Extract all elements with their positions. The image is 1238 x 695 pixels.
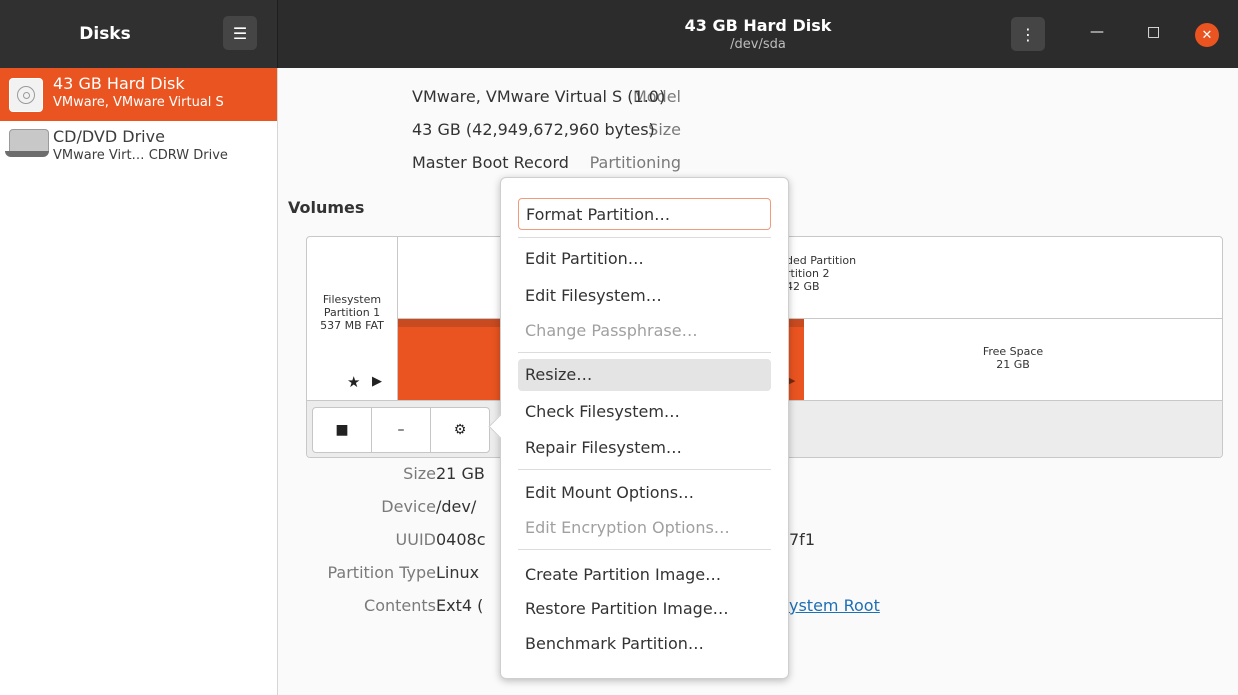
menu-separator [518, 469, 771, 470]
extended-partition-type: ded Partition [786, 254, 857, 267]
partition-1-block[interactable]: Filesystem Partition 1 537 MB FAT ★ ▶ [307, 237, 398, 400]
disk-options-button[interactable]: ⋮ [1011, 17, 1045, 51]
uuid-value-tail: 7f1 [789, 530, 815, 549]
menu-item-change-passphrase[interactable]: Change Passphrase… [518, 315, 771, 347]
minimize-button[interactable]: — [1090, 24, 1104, 40]
device-label: Device [381, 497, 436, 516]
menu-separator [518, 549, 771, 550]
menu-item-edit-partition[interactable]: Edit Partition… [518, 243, 771, 275]
app-title: Disks [79, 24, 131, 44]
volumes-title: Volumes [288, 198, 365, 217]
free-space-block[interactable]: Free Space 21 GB [804, 319, 1222, 400]
partitioning-label: Partitioning [589, 153, 681, 172]
close-icon: ✕ [1201, 27, 1213, 43]
minus-icon: – [397, 422, 405, 438]
disk-detail: VMware, VMware Virtual S [53, 95, 224, 110]
contents-label: Contents [364, 596, 436, 615]
disk-list-sidebar: 43 GB Hard Disk VMware, VMware Virtual S… [0, 68, 278, 695]
header-bar: Disks ☰ 43 GB Hard Disk /dev/sda ⋮ — □ ✕ [0, 0, 1238, 68]
uuid-label: UUID [395, 530, 436, 549]
extended-partition-size: 42 GB [786, 280, 820, 293]
sidebar-header: Disks ☰ [0, 0, 278, 68]
hamburger-icon: ☰ [232, 23, 248, 43]
partition-size-value: 21 GB [436, 464, 485, 483]
menu-item-edit-filesystem[interactable]: Edit Filesystem… [518, 280, 771, 312]
disk-name: 43 GB Hard Disk [53, 74, 185, 93]
disk-name: CD/DVD Drive [53, 127, 165, 146]
hamburger-menu-button[interactable]: ☰ [223, 16, 257, 50]
partition-context-menu: Format Partition… Edit Partition… Edit F… [488, 177, 789, 679]
partitioning-value: Master Boot Record [412, 153, 569, 172]
partition-type-label: Partition Type [327, 563, 436, 582]
partition-options-button[interactable]: ⚙ [431, 408, 489, 452]
mount-point-link[interactable]: ystem Root [789, 596, 880, 615]
disk-detail: VMware Virt… CDRW Drive [53, 148, 228, 163]
menu-item-edit-encryption-options[interactable]: Edit Encryption Options… [518, 512, 771, 544]
gears-icon: ⚙ [453, 422, 467, 438]
delete-partition-button[interactable]: – [372, 408, 431, 452]
close-button[interactable]: ✕ [1195, 23, 1219, 47]
sidebar-item-cd-dvd[interactable]: CD/DVD Drive VMware Virt… CDRW Drive [0, 121, 277, 174]
free-space-size: 21 GB [996, 358, 1030, 371]
play-icon: ▶ [372, 374, 382, 389]
optical-drive-icon [5, 129, 49, 161]
sidebar-item-hard-disk[interactable]: 43 GB Hard Disk VMware, VMware Virtual S [0, 68, 277, 121]
menu-item-check-filesystem[interactable]: Check Filesystem… [518, 396, 771, 428]
vertical-dots-icon: ⋮ [1020, 24, 1036, 44]
menu-item-repair-filesystem[interactable]: Repair Filesystem… [518, 432, 771, 464]
menu-item-create-partition-image[interactable]: Create Partition Image… [518, 559, 771, 591]
size-value: 43 GB (42,949,672,960 bytes) [412, 120, 655, 139]
partition-size-label: Size [403, 464, 436, 483]
model-value: VMware, VMware Virtual S (1.0) [412, 87, 666, 106]
uuid-value: 0408c [436, 530, 486, 549]
free-space-label: Free Space [982, 345, 1044, 358]
maximize-button[interactable]: □ [1147, 24, 1160, 40]
device-value: /dev/ [436, 497, 477, 516]
partition-1-name: Partition 1 [323, 306, 381, 319]
unmount-button[interactable]: ■ [313, 408, 372, 452]
menu-item-resize[interactable]: Resize… [518, 359, 771, 391]
partition-1-size: 537 MB FAT [320, 319, 384, 332]
hard-disk-icon [9, 78, 43, 112]
partition-1-type: Filesystem [322, 293, 382, 306]
menu-item-format-partition[interactable]: Format Partition… [518, 198, 771, 230]
volume-toolbar-buttons: ■ – ⚙ [312, 407, 490, 453]
menu-separator [518, 352, 771, 353]
menu-separator [518, 237, 771, 238]
maximize-icon: □ [1147, 24, 1161, 40]
stop-icon: ■ [335, 422, 349, 438]
menu-item-edit-mount-options[interactable]: Edit Mount Options… [518, 477, 771, 509]
minimize-icon: — [1090, 24, 1104, 40]
menu-item-restore-partition-image[interactable]: Restore Partition Image… [518, 593, 771, 625]
extended-partition-name: rtition 2 [786, 267, 830, 280]
contents-value: Ext4 ( [436, 596, 484, 615]
mounted-star-icon: ★ [347, 373, 361, 391]
partition-type-value: Linux [436, 563, 480, 582]
menu-item-benchmark-partition[interactable]: Benchmark Partition… [518, 628, 771, 660]
